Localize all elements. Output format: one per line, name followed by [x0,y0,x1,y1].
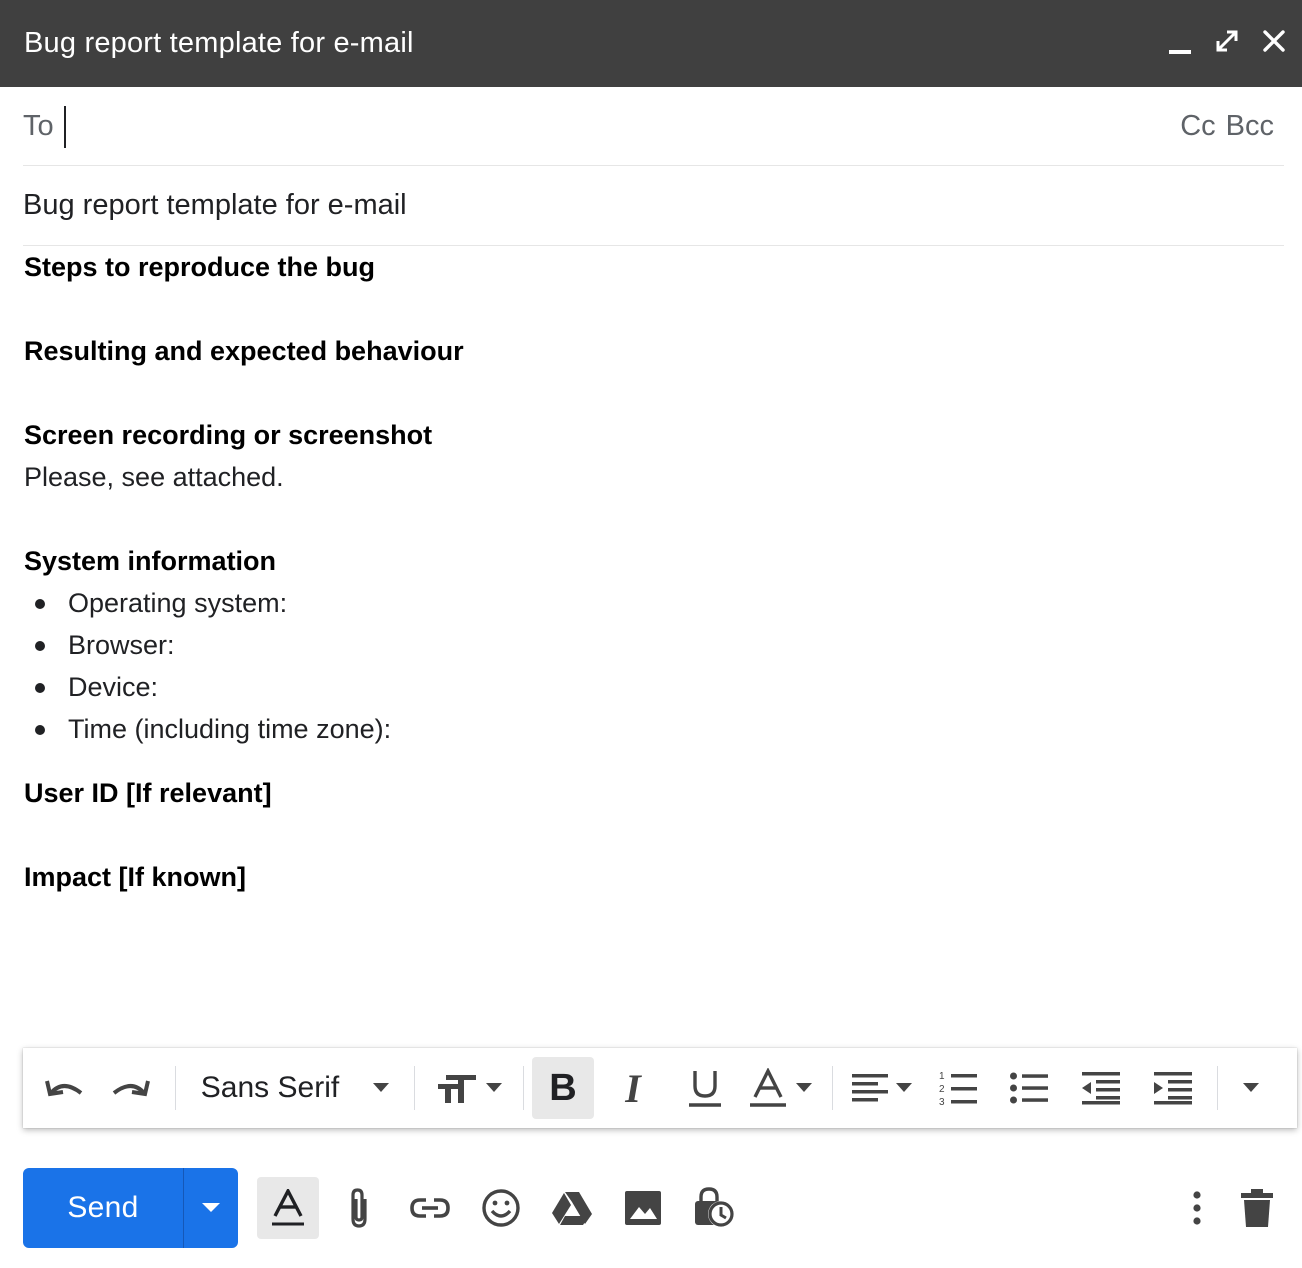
compose-actions: Send [23,1168,1285,1248]
undo-button[interactable] [33,1057,95,1119]
indent-less-button[interactable] [1065,1057,1137,1119]
bcc-link[interactable]: Bcc [1226,110,1274,143]
attach-button[interactable] [328,1177,390,1239]
expand-icon[interactable] [1214,28,1240,54]
photo-icon [625,1191,661,1225]
numbered-list-button[interactable]: 1 2 3 [923,1057,993,1119]
svg-text:2: 2 [939,1084,945,1095]
chevron-down-icon [373,1083,390,1092]
confidential-mode-icon [695,1187,734,1227]
drive-icon [552,1192,592,1225]
bulleted-list-button[interactable] [993,1057,1065,1119]
subject-row [23,166,1284,246]
insert-drive-button[interactable] [541,1177,603,1239]
system-info-list: Operating system: Browser: Device: Time … [24,582,1274,750]
link-icon [410,1198,450,1218]
chevron-down-icon [796,1083,812,1092]
indent-less-icon [1082,1072,1120,1105]
to-label: To [23,110,54,142]
insert-photo-button[interactable] [612,1177,674,1239]
svg-text:3: 3 [939,1097,945,1107]
list-item: Device: [24,666,1274,708]
minimize-icon[interactable] [1168,26,1192,56]
formatting-toolbar: Sans Serif B I 1 2 3 [23,1048,1297,1128]
close-icon[interactable] [1262,29,1286,53]
toolbar-divider [414,1066,415,1110]
underline-icon [689,1071,721,1107]
align-button[interactable] [841,1057,923,1119]
compose-title: Bug report template for e-mail [24,27,414,59]
underline-button[interactable] [672,1057,738,1119]
discard-button[interactable] [1229,1177,1285,1239]
font-size-icon [438,1075,476,1103]
bold-button[interactable]: B [532,1057,594,1119]
toolbar-divider [1217,1066,1218,1110]
window-controls [1168,26,1286,56]
italic-icon: I [625,1065,641,1111]
cc-link[interactable]: Cc [1180,110,1215,143]
subject-input[interactable] [23,180,1284,231]
attach-icon [351,1188,367,1228]
cc-bcc-links: Cc Bcc [1180,110,1274,143]
toolbar-divider [523,1066,524,1110]
insert-link-button[interactable] [399,1177,461,1239]
system-heading: System information [24,546,277,576]
discard-icon [1241,1189,1273,1227]
result-heading: Resulting and expected behaviour [24,336,464,366]
list-item: Browser: [24,624,1274,666]
compose-titlebar: Bug report template for e-mail [0,0,1302,87]
to-input[interactable] [65,101,1181,152]
numbered-list-icon: 1 2 3 [939,1071,977,1107]
undo-icon [45,1080,83,1097]
impact-heading: Impact [If known] [24,862,246,892]
actions-right [1165,1177,1285,1239]
toolbar-divider [832,1066,833,1110]
text-color-button[interactable] [738,1057,824,1119]
redo-button[interactable] [95,1057,167,1119]
indent-more-button[interactable] [1137,1057,1209,1119]
more-options-icon [1193,1191,1201,1225]
formatting-options-button[interactable] [257,1177,319,1239]
chevron-down-icon [202,1203,220,1212]
message-body[interactable]: Steps to reproduce the bug Resulting and… [24,246,1274,898]
svg-text:1: 1 [939,1071,945,1082]
list-item: Operating system: [24,582,1274,624]
toolbar-divider [175,1066,176,1110]
more-options-button[interactable] [1174,1177,1220,1239]
confidential-mode-button[interactable] [683,1177,745,1239]
align-icon [852,1074,888,1102]
send-button[interactable]: Send [23,1191,183,1225]
font-family-select[interactable]: Sans Serif [184,1057,406,1119]
to-row: To Cc Bcc [23,88,1284,166]
recording-heading: Screen recording or screenshot [24,420,433,450]
recording-text: Please, see attached. [24,462,284,492]
steps-heading: Steps to reproduce the bug [24,252,376,282]
userid-heading: User ID [If relevant] [24,778,272,808]
font-size-button[interactable] [423,1057,515,1119]
font-family-label: Sans Serif [200,1071,340,1104]
italic-button[interactable]: I [594,1057,672,1119]
send-button-group: Send [23,1168,238,1248]
bold-icon: B [549,1066,577,1109]
emoji-icon [482,1189,520,1227]
chevron-down-icon [896,1083,912,1092]
insert-emoji-button[interactable] [470,1177,532,1239]
send-options-button[interactable] [184,1203,238,1213]
indent-more-icon [1154,1072,1192,1105]
more-formatting-icon [1243,1083,1259,1092]
list-item: Time (including time zone): [24,708,1274,750]
more-formatting-button[interactable] [1226,1057,1276,1119]
bulleted-list-icon [1010,1072,1048,1104]
formatting-options-icon [272,1189,304,1226]
text-color-icon [750,1068,786,1107]
chevron-down-icon [486,1083,502,1092]
redo-icon [112,1080,150,1097]
